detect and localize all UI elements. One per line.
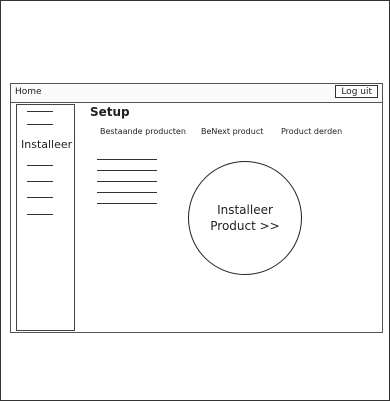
logout-button[interactable]: Log uit <box>335 85 378 98</box>
sidebar-item-placeholder[interactable] <box>27 181 53 182</box>
sidebar-item-placeholder[interactable] <box>27 111 53 112</box>
install-product-line1: Installeer <box>217 203 273 217</box>
tab-product-derden[interactable]: Product derden <box>281 127 342 136</box>
tab-benext-product[interactable]: BeNext product <box>201 127 263 136</box>
install-product-button[interactable]: Installeer Product >> <box>188 161 302 275</box>
list-item-placeholder[interactable] <box>97 170 157 171</box>
app-window: Home Log uit Installeer Setup Bestaande … <box>10 83 383 333</box>
sidebar-item-placeholder[interactable] <box>27 197 53 198</box>
install-product-line2: Product >> <box>210 219 280 233</box>
sidebar-item-installeer[interactable]: Installeer <box>21 138 72 151</box>
sidebar-item-placeholder[interactable] <box>27 124 53 125</box>
home-link[interactable]: Home <box>15 87 42 97</box>
tab-bestaande-producten[interactable]: Bestaande producten <box>100 127 186 136</box>
sidebar-item-placeholder[interactable] <box>27 214 53 215</box>
top-bar: Home Log uit <box>11 84 382 103</box>
install-product-label: Installeer Product >> <box>210 202 280 234</box>
list-item-placeholder[interactable] <box>97 159 157 160</box>
list-item-placeholder[interactable] <box>97 203 157 204</box>
list-item-placeholder[interactable] <box>97 181 157 182</box>
sidebar-item-placeholder[interactable] <box>27 165 53 166</box>
page-title: Setup <box>90 105 130 119</box>
sidebar: Installeer <box>16 104 75 331</box>
list-item-placeholder[interactable] <box>97 192 157 193</box>
